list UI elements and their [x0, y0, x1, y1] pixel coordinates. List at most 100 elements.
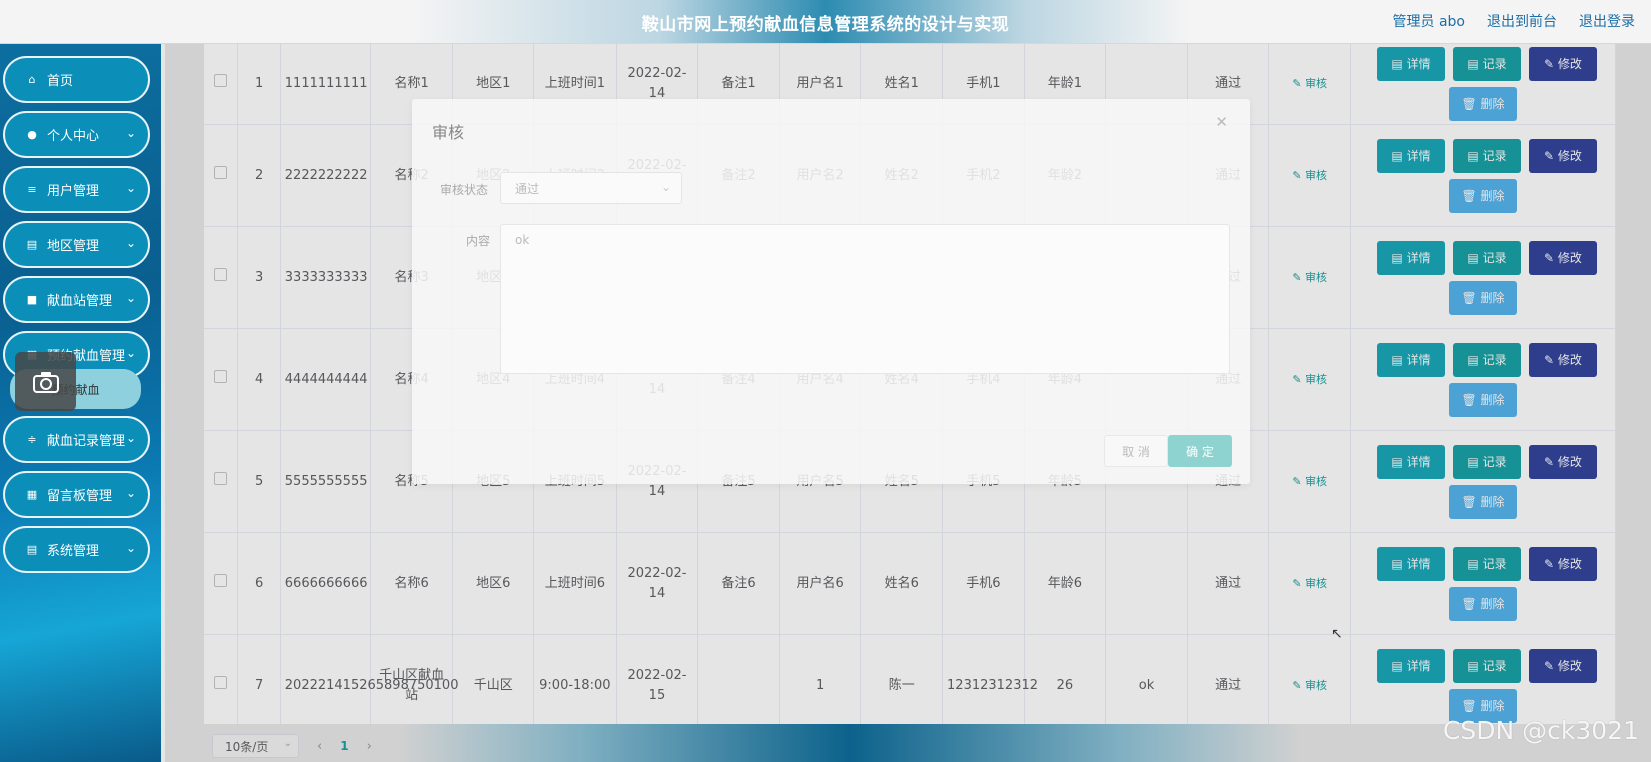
record-button[interactable]: ▤ 记录	[1453, 240, 1521, 275]
audit-cell: ✎ 审核	[1268, 328, 1351, 431]
prev-page-icon[interactable]: ‹	[317, 739, 322, 754]
row-checkbox[interactable]	[214, 165, 228, 179]
record-button[interactable]: ▤ 记录	[1453, 444, 1521, 479]
edit-button[interactable]: ✎ 修改	[1529, 648, 1597, 683]
cancel-button[interactable]: 取 消	[1104, 435, 1168, 467]
home-icon: ⌂	[28, 73, 36, 86]
detail-button[interactable]: ▤ 详情	[1377, 648, 1445, 683]
chevron-down-icon: ⌄	[125, 541, 136, 555]
close-icon[interactable]: ✕	[1215, 113, 1228, 131]
cell-name: 名称6	[370, 532, 454, 635]
document-icon: ▤	[1391, 250, 1407, 265]
row-checkbox[interactable]	[214, 675, 228, 689]
edit-pen-icon: ✎	[1292, 168, 1306, 182]
mouse-cursor-icon: ↖	[1331, 626, 1343, 642]
sidebar-item-2[interactable]: ≡ 用户管理 ⌄	[3, 166, 150, 213]
record-button[interactable]: ▤ 记录	[1453, 342, 1521, 377]
content-textarea[interactable]: ok	[500, 224, 1230, 374]
logout-link[interactable]: 退出登录	[1579, 11, 1635, 31]
detail-button[interactable]: ▤ 详情	[1377, 546, 1445, 581]
row-checkbox[interactable]	[214, 369, 228, 383]
record-button[interactable]: ▤ 记录	[1453, 47, 1521, 81]
record-label: 记录	[1482, 148, 1507, 163]
audit-link[interactable]: ✎ 审核	[1292, 77, 1327, 90]
edit-button[interactable]: ✎ 修改	[1529, 47, 1597, 81]
audit-cell: ✎ 审核	[1268, 634, 1351, 724]
current-page[interactable]: 1	[340, 739, 348, 753]
cell-status: 通过	[1187, 532, 1270, 635]
record-button[interactable]: ▤ 记录	[1453, 546, 1521, 581]
row-checkbox[interactable]	[214, 573, 228, 587]
edit-button[interactable]: ✎ 修改	[1529, 444, 1597, 479]
audit-link[interactable]: ✎ 审核	[1292, 271, 1327, 284]
trash-icon: 🗑	[1461, 97, 1481, 111]
detail-button[interactable]: ▤ 详情	[1377, 444, 1445, 479]
row-index: 2	[237, 124, 281, 227]
page-size-select[interactable]: 10条/页 ⌄	[212, 734, 299, 758]
detail-button[interactable]: ▤ 详情	[1377, 240, 1445, 275]
chevron-down-icon: ⌄	[125, 346, 136, 360]
delete-button[interactable]: 🗑 删除	[1449, 280, 1517, 315]
record-button[interactable]: ▤ 记录	[1453, 138, 1521, 173]
chevron-down-icon: ⌄	[660, 180, 671, 194]
row-checkbox[interactable]	[214, 74, 228, 87]
cell-date: 2022-02-14	[616, 532, 699, 635]
audit-link[interactable]: ✎ 审核	[1292, 577, 1327, 590]
audit-cell: ✎ 审核	[1268, 226, 1351, 329]
record-button[interactable]: ▤ 记录	[1453, 648, 1521, 683]
audit-link[interactable]: ✎ 审核	[1292, 169, 1327, 182]
edit-pen-icon: ✎	[1292, 678, 1306, 692]
camera-icon[interactable]	[15, 352, 76, 411]
record-label: 记录	[1482, 454, 1507, 469]
sidebar-item-3[interactable]: ▤ 地区管理 ⌄	[3, 221, 150, 268]
edit-pen-icon: ✎	[1544, 352, 1558, 367]
delete-button[interactable]: 🗑 删除	[1449, 586, 1517, 621]
detail-button[interactable]: ▤ 详情	[1377, 138, 1445, 173]
cell-note	[697, 634, 780, 724]
edit-button[interactable]: ✎ 修改	[1529, 240, 1597, 275]
delete-label: 删除	[1480, 698, 1505, 713]
sidebar-item-4[interactable]: ■ 献血站管理 ⌄	[3, 276, 150, 323]
edit-pen-icon: ✎	[1544, 454, 1558, 469]
status-select[interactable]: 通过 ⌄	[500, 172, 682, 204]
document-icon: ▤	[1467, 352, 1483, 367]
audit-cell: ✎ 审核	[1268, 124, 1351, 227]
table-row: 7 202221415265898750100 千山区献血站 千山区 9:00-18:0…	[204, 634, 1616, 724]
sidebar-item-label: 留言板管理	[47, 489, 113, 504]
sidebar-item-8[interactable]: ▤ 系统管理 ⌄	[3, 526, 150, 573]
row-checkbox-cell	[204, 328, 239, 431]
detail-label: 详情	[1406, 556, 1431, 571]
cell-user: 用户名6	[779, 532, 862, 635]
edit-button[interactable]: ✎ 修改	[1529, 138, 1597, 173]
cell-region: 千山区	[452, 634, 535, 724]
sidebar-item-1[interactable]: ● 个人中心 ⌄	[3, 111, 150, 158]
row-index: 7	[237, 634, 281, 724]
audit-link[interactable]: ✎ 审核	[1292, 475, 1327, 488]
delete-button[interactable]: 🗑 删除	[1449, 382, 1517, 417]
row-checkbox[interactable]	[214, 267, 228, 281]
edit-button[interactable]: ✎ 修改	[1529, 342, 1597, 377]
audit-link[interactable]: ✎ 审核	[1292, 373, 1327, 386]
confirm-button[interactable]: 确 定	[1168, 435, 1232, 467]
row-checkbox[interactable]	[214, 471, 228, 485]
edit-button[interactable]: ✎ 修改	[1529, 546, 1597, 581]
edit-label: 修改	[1557, 250, 1582, 265]
audit-link[interactable]: ✎ 审核	[1292, 679, 1327, 692]
top-header: 鞍山市网上预约献血信息管理系统的设计与实现 管理员 abo 退出到前台 退出登录	[0, 0, 1651, 44]
admin-label[interactable]: 管理员 abo	[1393, 11, 1465, 31]
list-icon: ≡	[27, 183, 37, 196]
sidebar-item-0[interactable]: ⌂ 首页	[3, 56, 150, 103]
record-label: 记录	[1482, 352, 1507, 367]
sidebar-item-7[interactable]: ▦ 留言板管理 ⌄	[3, 471, 150, 518]
delete-button[interactable]: 🗑 删除	[1449, 87, 1517, 121]
sidebar-item-6[interactable]: ≑ 献血记录管理 ⌄	[3, 416, 150, 463]
chevron-down-icon: ⌄	[125, 291, 136, 305]
front-link[interactable]: 退出到前台	[1487, 11, 1557, 31]
detail-label: 详情	[1406, 658, 1431, 673]
detail-button[interactable]: ▤ 详情	[1377, 342, 1445, 377]
next-page-icon[interactable]: ›	[367, 739, 372, 754]
delete-button[interactable]: 🗑 删除	[1449, 484, 1517, 519]
trash-icon: 🗑	[1461, 290, 1481, 305]
delete-button[interactable]: 🗑 删除	[1449, 178, 1517, 213]
detail-button[interactable]: ▤ 详情	[1377, 47, 1445, 81]
